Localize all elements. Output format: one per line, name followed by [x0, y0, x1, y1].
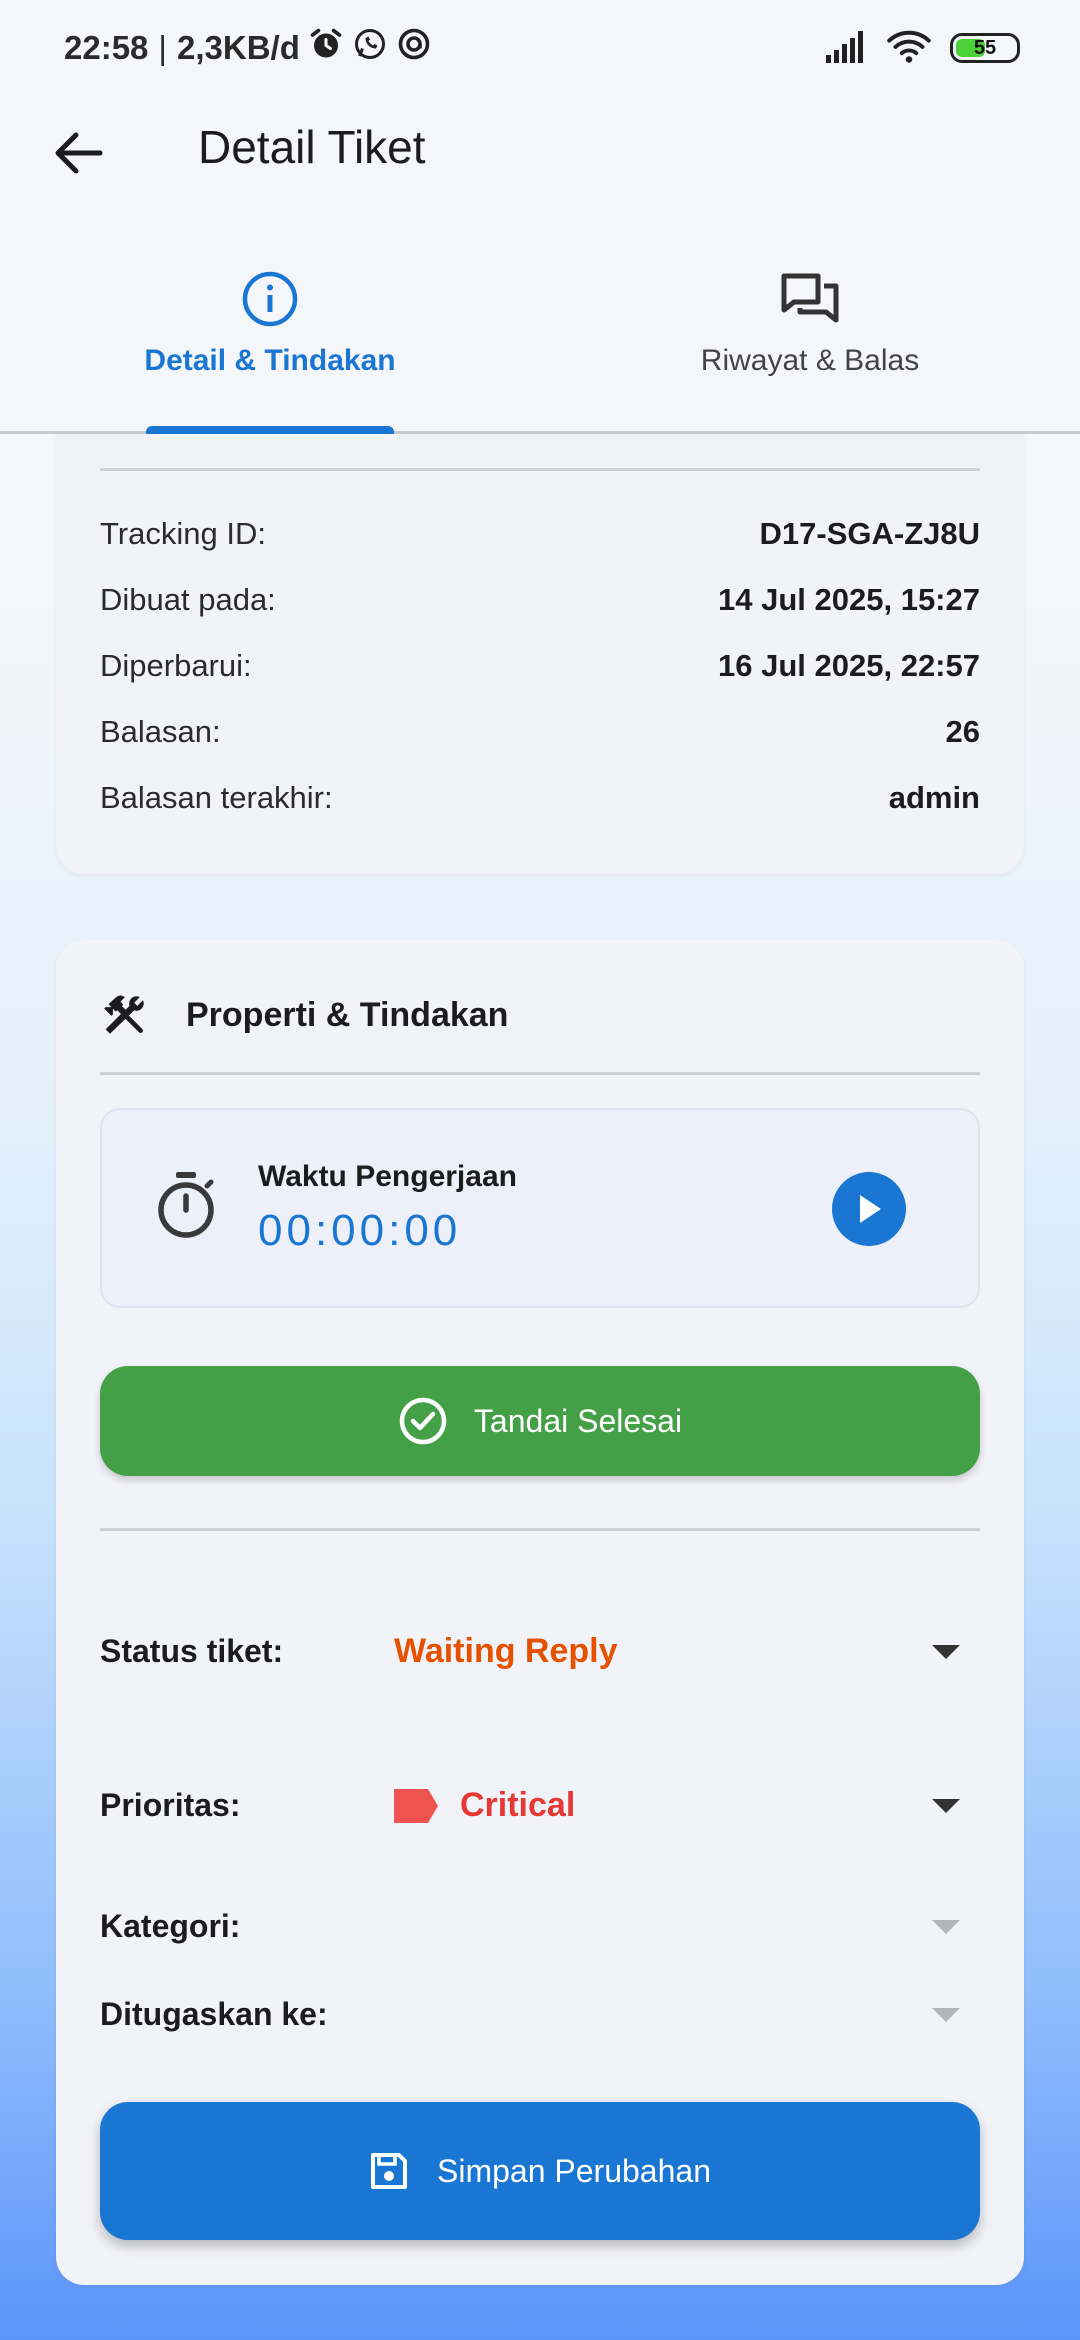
back-button[interactable] [44, 118, 114, 188]
app-notification-icon [396, 26, 432, 70]
status-value: Waiting Reply [394, 1632, 618, 1670]
flag-icon [394, 1788, 438, 1823]
status-field[interactable]: Status tiket: Waiting Reply [100, 1632, 980, 1671]
info-label: Dibuat pada: [100, 582, 276, 617]
tab-bar: Detail & Tindakan Riwayat & Balas [0, 210, 1080, 434]
tab-detail-tindakan[interactable]: Detail & Tindakan [0, 270, 540, 378]
stopwatch-icon [158, 1172, 214, 1238]
status-time: 22:58 [64, 29, 149, 66]
info-value: 14 Jul 2025, 15:27 [718, 582, 980, 617]
status-bar-left: 22:58 | 2,3KB/d [64, 26, 432, 70]
info-value: 26 [945, 714, 980, 749]
section-title: Properti & Tindakan [186, 995, 509, 1034]
info-circle-icon [242, 271, 298, 327]
status-separator: | [158, 29, 167, 66]
page-title: Detail Tiket [198, 121, 426, 173]
dropdown-arrow-icon[interactable] [932, 1798, 960, 1813]
status-label: Status tiket: [100, 1633, 284, 1669]
alarm-icon [308, 26, 344, 70]
info-value: admin [888, 780, 980, 815]
priority-dropdown[interactable]: Critical [394, 1786, 932, 1825]
assignee-label: Ditugaskan ke: [100, 1996, 328, 2032]
mark-done-button[interactable]: Tandai Selesai [100, 1366, 980, 1476]
priority-field[interactable]: Prioritas: Critical [100, 1786, 980, 1825]
info-value: 16 Jul 2025, 22:57 [718, 648, 980, 683]
status-dropdown[interactable]: Waiting Reply [394, 1632, 932, 1671]
save-changes-button[interactable]: Simpan Perubahan [100, 2102, 980, 2240]
mark-done-label: Tandai Selesai [473, 1402, 683, 1439]
priority-label: Prioritas: [100, 1787, 241, 1823]
info-row-replies: Balasan: 26 [100, 714, 980, 750]
battery-icon: 55 [950, 33, 1020, 63]
dropdown-arrow-icon[interactable] [932, 1919, 960, 1934]
save-changes-label: Simpan Perubahan [437, 2152, 711, 2189]
divider [100, 1072, 980, 1075]
arrow-left-icon [55, 132, 103, 174]
info-row-created: Dibuat pada: 14 Jul 2025, 15:27 [100, 582, 980, 618]
priority-value: Critical [460, 1786, 576, 1824]
divider [100, 1528, 980, 1531]
info-row-updated: Diperbarui: 16 Jul 2025, 22:57 [100, 648, 980, 684]
active-tab-indicator [146, 426, 394, 434]
status-bar-right: 55 [824, 28, 1020, 69]
battery-level: 55 [973, 36, 997, 59]
wifi-icon [886, 28, 932, 69]
properties-actions-card: Properti & Tindakan Waktu Pengerjaan 00:… [56, 940, 1024, 2285]
dropdown-arrow-icon[interactable] [932, 1644, 960, 1659]
play-icon [860, 1195, 881, 1223]
info-label: Diperbarui: [100, 648, 252, 683]
work-timer: Waktu Pengerjaan 00:00:00 [100, 1108, 980, 1308]
info-row-last-reply: Balasan terakhir: admin [100, 780, 980, 816]
category-field[interactable]: Kategori: [100, 1908, 980, 1945]
info-label: Tracking ID: [100, 516, 266, 551]
save-icon [371, 2153, 408, 2189]
chat-bubbles-icon [781, 273, 839, 323]
info-label: Balasan terakhir: [100, 780, 333, 815]
tab-riwayat-balas[interactable]: Riwayat & Balas [540, 270, 1080, 378]
status-bar: 22:58 | 2,3KB/d 55 [0, 0, 1080, 96]
check-circle-icon [399, 1397, 447, 1445]
dropdown-arrow-icon[interactable] [932, 2007, 960, 2022]
timer-value: 00:00:00 [258, 1206, 462, 1255]
info-row-tracking-id: Tracking ID: D17-SGA-ZJ8U [100, 516, 980, 552]
category-label: Kategori: [100, 1908, 241, 1944]
status-data-speed: 2,3KB/d [176, 29, 300, 66]
divider [100, 468, 980, 471]
tools-icon [104, 995, 144, 1034]
app-bar: Detail Tiket [0, 96, 1080, 210]
whatsapp-icon [352, 26, 388, 70]
ticket-info-card: Tracking ID: D17-SGA-ZJ8U Dibuat pada: 1… [56, 434, 1024, 874]
start-timer-button[interactable] [832, 1172, 906, 1246]
info-value: D17-SGA-ZJ8U [759, 516, 981, 551]
signal-icon [824, 29, 868, 68]
tab-label: Detail & Tindakan [144, 344, 396, 377]
tab-label: Riwayat & Balas [700, 344, 920, 377]
section-header: Properti & Tindakan [100, 990, 508, 1040]
info-label: Balasan: [100, 714, 221, 749]
assignee-field[interactable]: Ditugaskan ke: [100, 1996, 980, 2033]
timer-label: Waktu Pengerjaan [258, 1160, 517, 1193]
